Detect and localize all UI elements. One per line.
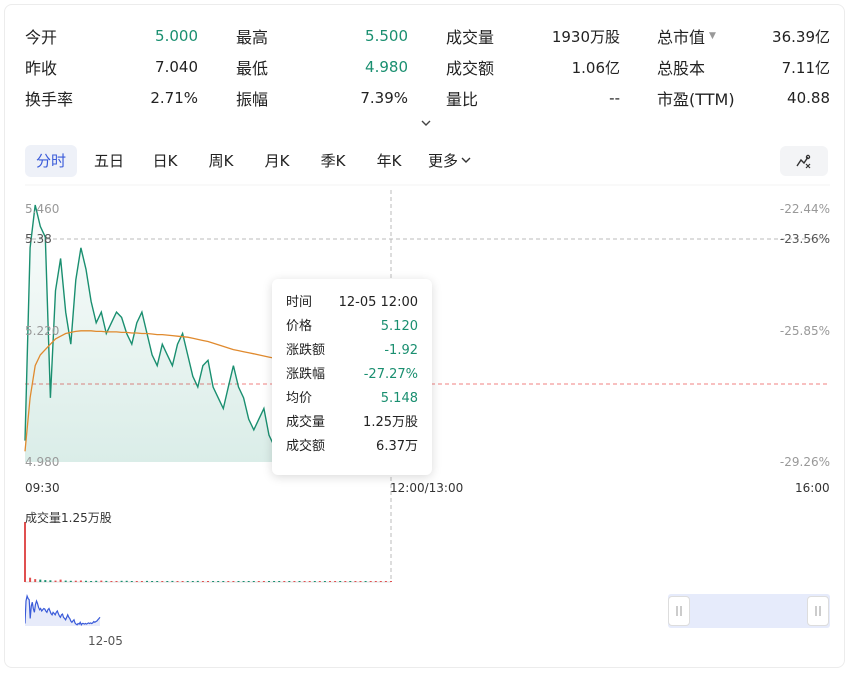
stat-item: 量比 -- [446, 84, 620, 112]
stat-row: 今开 5.000 最高 5.500 成交量 1930万股 总市值 ▼ 36.39亿 [25, 22, 830, 50]
stat-label: 量比 [446, 90, 479, 109]
stat-item: 最低 4.980 [236, 53, 408, 81]
tooltip-row: 成交额 6.37万 [286, 435, 418, 459]
stat-label: 昨收 [25, 59, 58, 78]
caret-down-icon[interactable]: ▼ [709, 31, 716, 41]
stat-value: 2.71% [150, 89, 198, 107]
range-selection[interactable] [668, 594, 830, 628]
stat-row: 换手率 2.71% 振幅 7.39% 量比 -- 市盈(TTM) 40.88 [25, 84, 830, 112]
range-handle-left[interactable] [668, 596, 690, 626]
stat-value: 36.39亿 [772, 27, 830, 46]
tooltip-row: 涨跌额 -1.92 [286, 339, 418, 363]
tooltip-row: 均价 5.148 [286, 387, 418, 411]
tab-0[interactable]: 分时 [25, 145, 77, 177]
stat-label: 成交量 [446, 28, 495, 47]
stat-item: 振幅 7.39% [236, 84, 408, 112]
tooltip-row: 成交量 1.25万股 [286, 411, 418, 435]
range-handle-right[interactable] [807, 596, 829, 626]
stat-label: 市盈(TTM) [657, 90, 735, 109]
tooltip-row: 时间 12-05 12:00 [286, 291, 418, 315]
tab-6[interactable]: 年K [361, 145, 417, 177]
tooltip-key: 涨跌额 [286, 343, 326, 358]
tab-5[interactable]: 季K [305, 145, 361, 177]
tab-label: 五日 [93, 152, 124, 170]
tab-4[interactable]: 月K [249, 145, 305, 177]
stat-label: 总股本 [657, 59, 706, 78]
tab-label: 分时 [35, 152, 66, 170]
tab-2[interactable]: 日K [137, 145, 193, 177]
stat-item: 成交额 1.06亿 [446, 53, 620, 81]
tab-3[interactable]: 周K [193, 145, 249, 177]
tooltip-row: 涨跌幅 -27.27% [286, 363, 418, 387]
tab-1[interactable]: 五日 [81, 145, 137, 177]
stat-label: 最高 [236, 28, 269, 47]
tooltip-key: 成交量 [286, 415, 326, 430]
stat-value: 7.39% [360, 89, 408, 107]
chevron-down-icon [461, 157, 471, 163]
crosshair-tooltip: 时间 12-05 12:00 价格 5.120 涨跌额 -1.92 涨跌幅 -27.27% 均价… [272, 279, 432, 475]
grip-icon [815, 606, 821, 616]
tooltip-key: 成交额 [286, 439, 326, 454]
tooltip-value: 12-05 12:00 [338, 295, 418, 310]
tooltip-key: 均价 [286, 391, 313, 406]
stat-value: 40.88 [787, 89, 830, 107]
stat-label: 最低 [236, 59, 269, 78]
stat-value: 7.040 [155, 58, 198, 76]
period-tabs: 分时 五日 日K 周K 月K 季K 年K 更多 [25, 145, 483, 177]
tab-label: 周K [208, 152, 234, 170]
tooltip-key: 时间 [286, 295, 313, 310]
tooltip-value: -27.27% [363, 367, 418, 382]
grip-icon [676, 606, 682, 616]
tooltip-value: 1.25万股 [363, 415, 418, 430]
tab-label: 月K [264, 152, 290, 170]
tooltip-value: -1.92 [384, 343, 418, 358]
tooltip-row: 价格 5.120 [286, 315, 418, 339]
mini-date-label: 12-05 [88, 634, 123, 648]
stat-value: 4.980 [365, 58, 408, 76]
stat-item: 成交量 1930万股 [446, 22, 620, 50]
stat-item: 昨收 7.040 [25, 53, 198, 81]
stat-item: 最高 5.500 [236, 22, 408, 50]
stat-value: -- [609, 89, 620, 107]
tooltip-value: 5.148 [380, 391, 418, 406]
stat-value: 7.11亿 [781, 58, 830, 77]
draw-tool-icon [796, 154, 811, 169]
stat-item: 总股本 7.11亿 [657, 53, 830, 81]
draw-tool-button[interactable] [780, 146, 828, 176]
stat-item: 今开 5.000 [25, 22, 198, 50]
chevron-down-icon[interactable] [419, 116, 433, 130]
stat-item: 换手率 2.71% [25, 84, 198, 112]
stat-label: 振幅 [236, 90, 269, 109]
tooltip-key: 价格 [286, 319, 313, 334]
tooltip-key: 涨跌幅 [286, 367, 326, 382]
tooltip-value: 6.37万 [376, 439, 418, 454]
stat-item[interactable]: 总市值 ▼ 36.39亿 [657, 22, 830, 50]
tab-label: 季K [320, 152, 346, 170]
stat-label: 总市值 [657, 28, 706, 47]
stat-label: 成交额 [446, 59, 495, 78]
stat-value: 5.000 [155, 27, 198, 45]
stat-value: 5.500 [365, 27, 408, 45]
stat-item: 市盈(TTM) 40.88 [657, 84, 830, 112]
stat-row: 昨收 7.040 最低 4.980 成交额 1.06亿 总股本 7.11亿 [25, 53, 830, 81]
stat-value: 1930万股 [551, 27, 620, 46]
tooltip-value: 5.120 [380, 319, 418, 334]
stat-value: 1.06亿 [571, 58, 620, 77]
tab-7[interactable]: 更多 [417, 145, 483, 177]
stat-label: 今开 [25, 28, 58, 47]
tab-label: 年K [376, 152, 402, 170]
tab-label: 日K [152, 152, 178, 170]
tab-label: 更多 [427, 152, 458, 170]
stat-label: 换手率 [25, 90, 74, 109]
